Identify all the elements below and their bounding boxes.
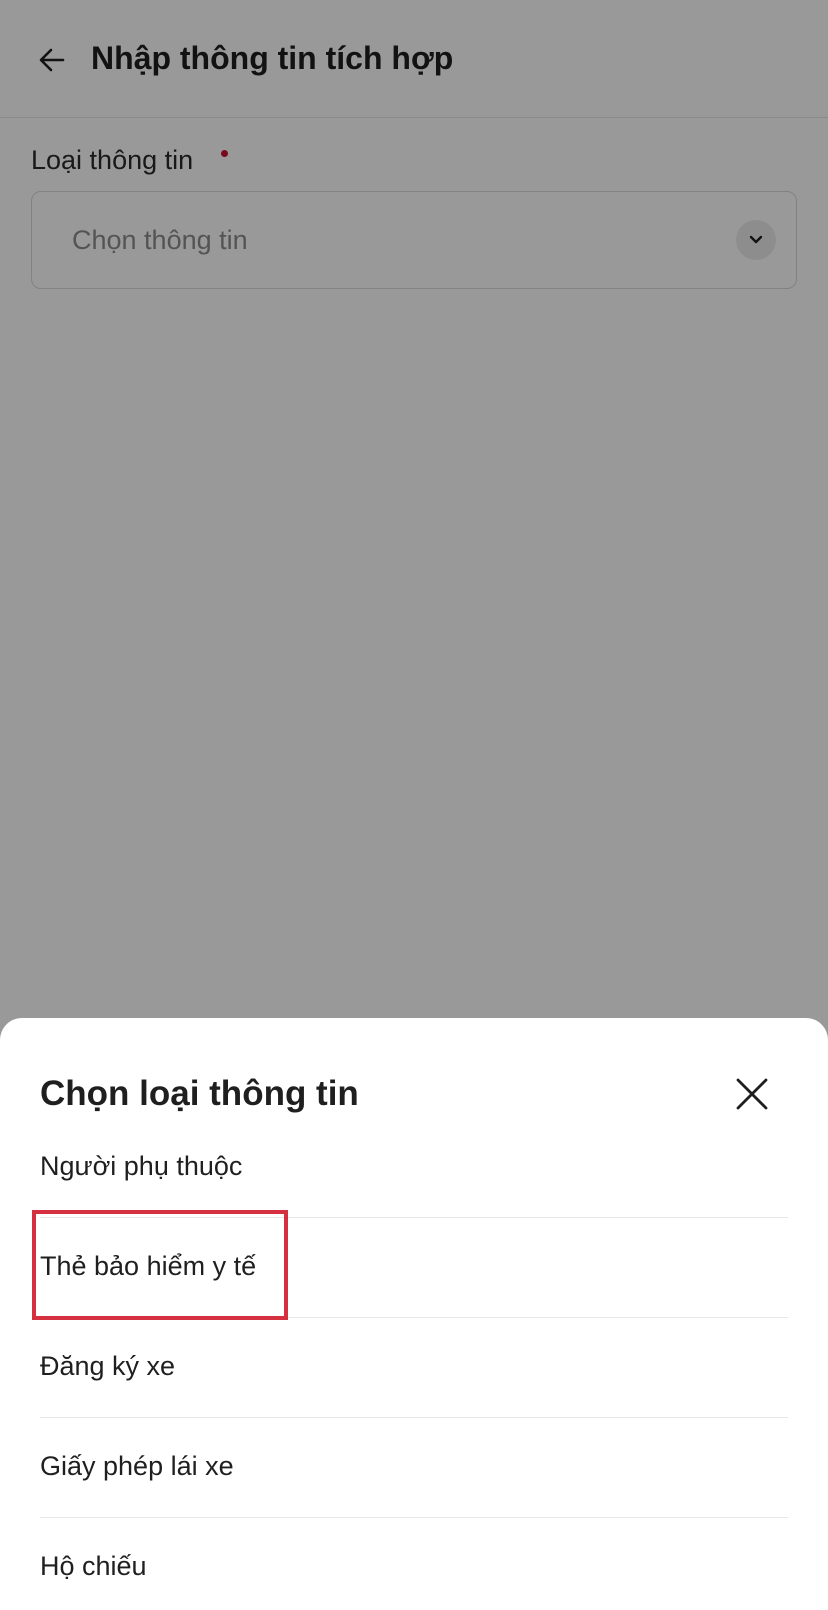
option-the-bao-hiem-y-te[interactable]: Thẻ bảo hiểm y tế (32, 1210, 788, 1320)
option-label: Đăng ký xe (40, 1351, 176, 1381)
option-list: Người phụ thuộc Thẻ bảo hiểm y tế Đăng k… (32, 1118, 788, 1610)
bottom-sheet: Chọn loại thông tin Người phụ thuộc Thẻ … (0, 1018, 828, 1610)
close-icon (736, 1078, 768, 1110)
option-label: Người phụ thuộc (40, 1151, 243, 1181)
option-giay-phep-lai-xe[interactable]: Giấy phép lái xe (40, 1418, 788, 1518)
option-nguoi-phu-thuoc[interactable]: Người phụ thuộc (40, 1118, 788, 1218)
option-label: Hộ chiếu (40, 1551, 147, 1581)
sheet-title: Chọn loại thông tin (40, 1074, 359, 1113)
option-dang-ky-xe[interactable]: Đăng ký xe (40, 1318, 788, 1418)
option-ho-chieu[interactable]: Hộ chiếu (40, 1518, 788, 1610)
option-label: Thẻ bảo hiểm y tế (40, 1251, 257, 1281)
close-button[interactable] (728, 1070, 776, 1118)
option-label: Giấy phép lái xe (40, 1451, 234, 1481)
